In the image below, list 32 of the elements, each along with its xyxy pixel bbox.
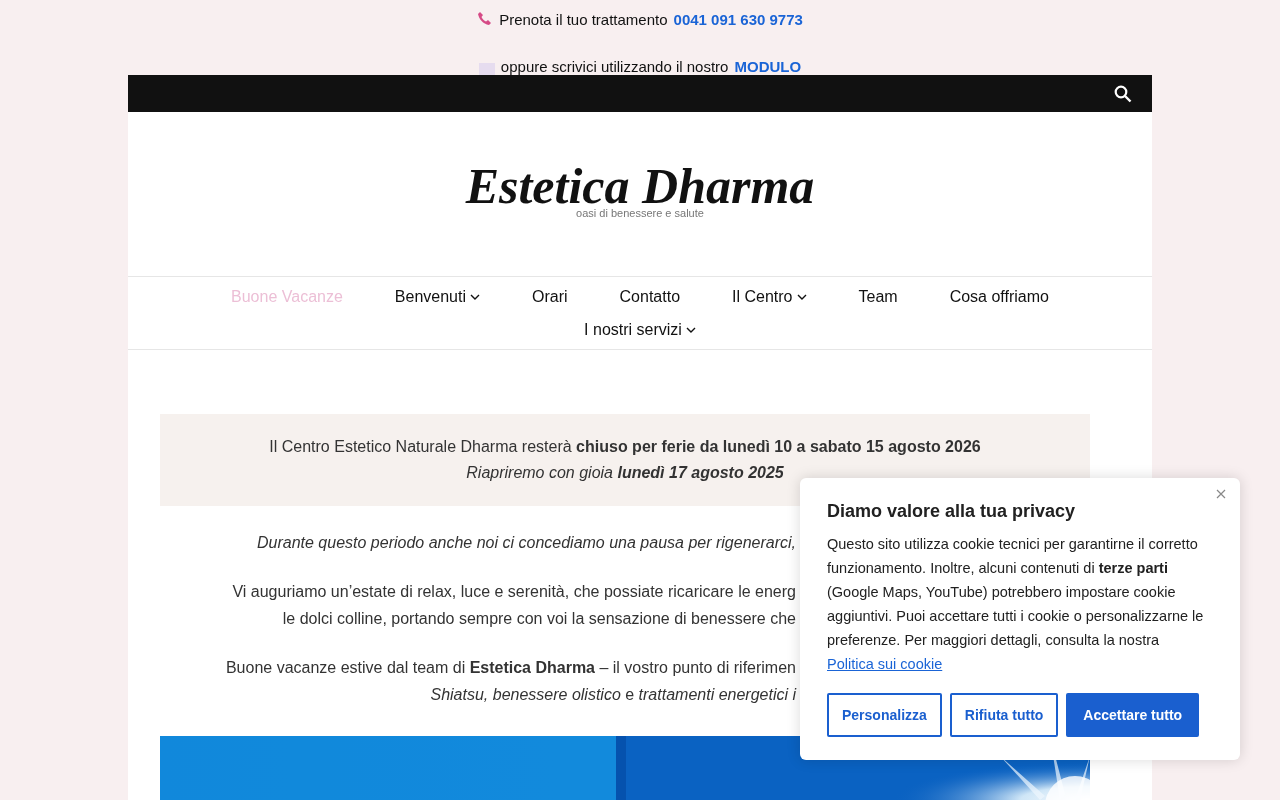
paragraph-text: le dolci colline, portando sempre con voi la sensazione di benessere che [281, 609, 796, 629]
notice-text: Il Centro Estetico Naturale Dharma resterà chiuso per ferie da lunedì 10 a sabato 15 agosto 2026 [269, 437, 981, 457]
cookie-policy-link[interactable]: Politica sui cookie [827, 656, 943, 672]
nav-item[interactable]: Cosa offriamo [923, 280, 1075, 313]
paragraph-text: Vi auguriamo un’estate di relax, luce e serenità, che possiate ricaricare le energ [231, 582, 796, 602]
chevron-down-icon [470, 293, 480, 300]
form-link[interactable]: MODULO [734, 58, 802, 75]
contact-text: oppure scrivici utilizzando il nostro [500, 58, 729, 75]
search-icon[interactable] [1114, 84, 1132, 103]
booking-text: Prenota il tuo trattamento [499, 10, 668, 28]
phone-link[interactable]: 0041 091 630 9773 [673, 10, 803, 28]
phone-icon [477, 11, 494, 27]
nav-item[interactable]: I nostri servizi [558, 313, 722, 346]
nav-item[interactable]: Benvenuti [368, 280, 506, 313]
close-icon[interactable] [1216, 489, 1226, 499]
dialog-title: Diamo valore alla tua privacy [827, 500, 1077, 523]
envelope-icon [478, 63, 495, 75]
site-tagline: oasi di benessere e salute [576, 207, 704, 219]
paragraph-text: Shiatsu, benessere olistico e trattamenti energetici i [429, 685, 796, 705]
nav-item[interactable]: Il Centro [706, 280, 833, 313]
nav-item[interactable]: Orari [506, 280, 594, 313]
dialog-button[interactable]: Rifiuta tutto [949, 693, 1059, 737]
dialog-button[interactable]: Personalizza [827, 693, 942, 737]
accept-button[interactable]: Accettare tutto [1066, 693, 1200, 737]
dialog-text: Questo sito utilizza cookie tecnici per garantirne il corretto funzionamento. Inoltre, alcuni contenuti di terze parti (Google Maps, YouTube) potrebbero impostare cookie aggiuntivi. Puoi accettare tutti i cookie o personalizzarne le preferenze. Per maggiori dettagli, consulta la nostra Politica sui cookie [827, 535, 1205, 674]
nav-item[interactable]: Contatto [593, 280, 707, 313]
paragraph-text: Durante questo periodo anche noi ci concediamo una pausa per rigenerarci, [256, 533, 796, 553]
paragraph-text: Buone vacanze estive dal team di Estetica Dharma – il vostro punto di riferimen [224, 658, 796, 678]
chevron-down-icon [685, 326, 696, 333]
notice-text: Riapriremo con gioia lunedì 17 agosto 2025 [466, 463, 784, 483]
nav-item[interactable]: Team [832, 280, 924, 313]
chevron-down-icon [796, 293, 807, 300]
